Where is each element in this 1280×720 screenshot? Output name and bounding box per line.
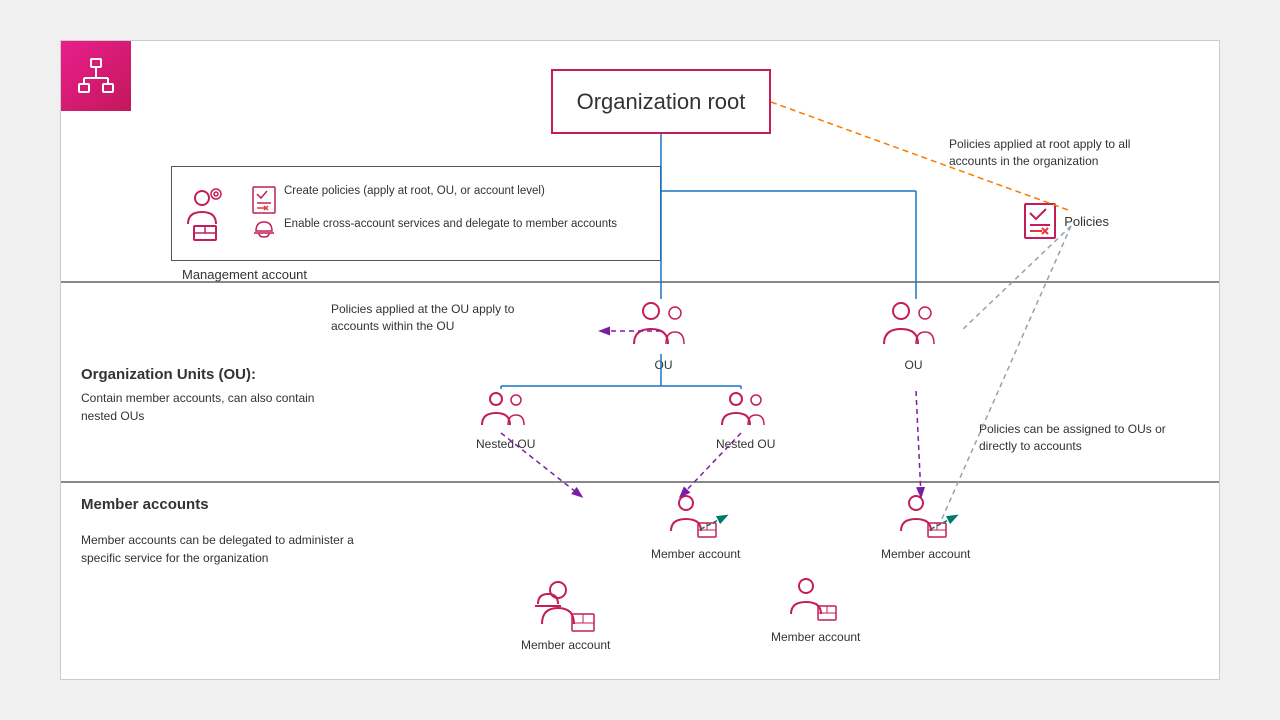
nested-ou1-people-icon [480,389,532,433]
ou-annotation: Policies applied at the OU apply to acco… [331,301,561,335]
member-account1-label: Member account [651,547,740,561]
ou1-icon: OU [631,299,696,372]
member-account3-label: Member account [521,638,610,652]
policy-assign-annotation: Policies can be assigned to OUs or direc… [979,421,1179,455]
nested-ou2-label: Nested OU [716,437,775,451]
feature-text-1: Create policies (apply at root, OU, or a… [284,185,545,197]
member-section-title: Member accounts [81,496,209,513]
member3-icon [528,576,603,634]
mgmt-label: Management account [182,267,307,282]
feature-list: Create policies (apply at root, OU, or a… [252,185,617,243]
nested-ou2-icon: Nested OU [716,389,775,451]
member-account4-label: Member account [771,630,860,644]
member4-icon [788,576,843,626]
member-account1-icon: Member account [651,493,740,561]
nested-ou2-people-icon [720,389,772,433]
mgmt-icon [184,186,234,241]
member-account3-icon: Member account [521,576,610,652]
mgmt-icon-group [184,186,234,241]
feature-item-1: Create policies (apply at root, OU, or a… [252,185,617,214]
nested-ou1-icon: Nested OU [476,389,535,451]
checklist-icon-1 [252,186,276,214]
ou2-label: OU [905,358,923,372]
helmet-icon [252,219,276,243]
root-annotation: Policies applied at root apply to all ac… [949,136,1169,170]
policies-label: Policies [1064,214,1109,229]
policies-icon [1024,203,1056,239]
logo-icon [76,56,116,96]
ou-section-desc: Contain member accounts, can also contai… [81,389,331,425]
divider-member [61,481,1219,483]
policies-box: Policies [1024,203,1109,239]
member1-icon [668,493,723,543]
member-account2-icon: Member account [881,493,970,561]
ou1-label: OU [655,358,673,372]
feature-item-2: Enable cross-account services and delega… [252,218,617,243]
org-root-label: Organization root [577,89,746,115]
member-account2-label: Member account [881,547,970,561]
feature-text-2: Enable cross-account services and delega… [284,218,617,230]
member-section-desc: Member accounts can be delegated to admi… [81,531,391,567]
nested-ou1-label: Nested OU [476,437,535,451]
logo-box [61,41,131,111]
ou2-icon: OU [881,299,946,372]
member2-icon [898,493,953,543]
ou1-people-icon [631,299,696,354]
main-diagram: Organization root [60,40,1220,680]
ou-section-title: Organization Units (OU): [81,366,256,383]
mgmt-box: Create policies (apply at root, OU, or a… [171,166,661,261]
ou2-people-icon [881,299,946,354]
member-account4-icon: Member account [771,576,860,644]
org-root-box: Organization root [551,69,771,134]
